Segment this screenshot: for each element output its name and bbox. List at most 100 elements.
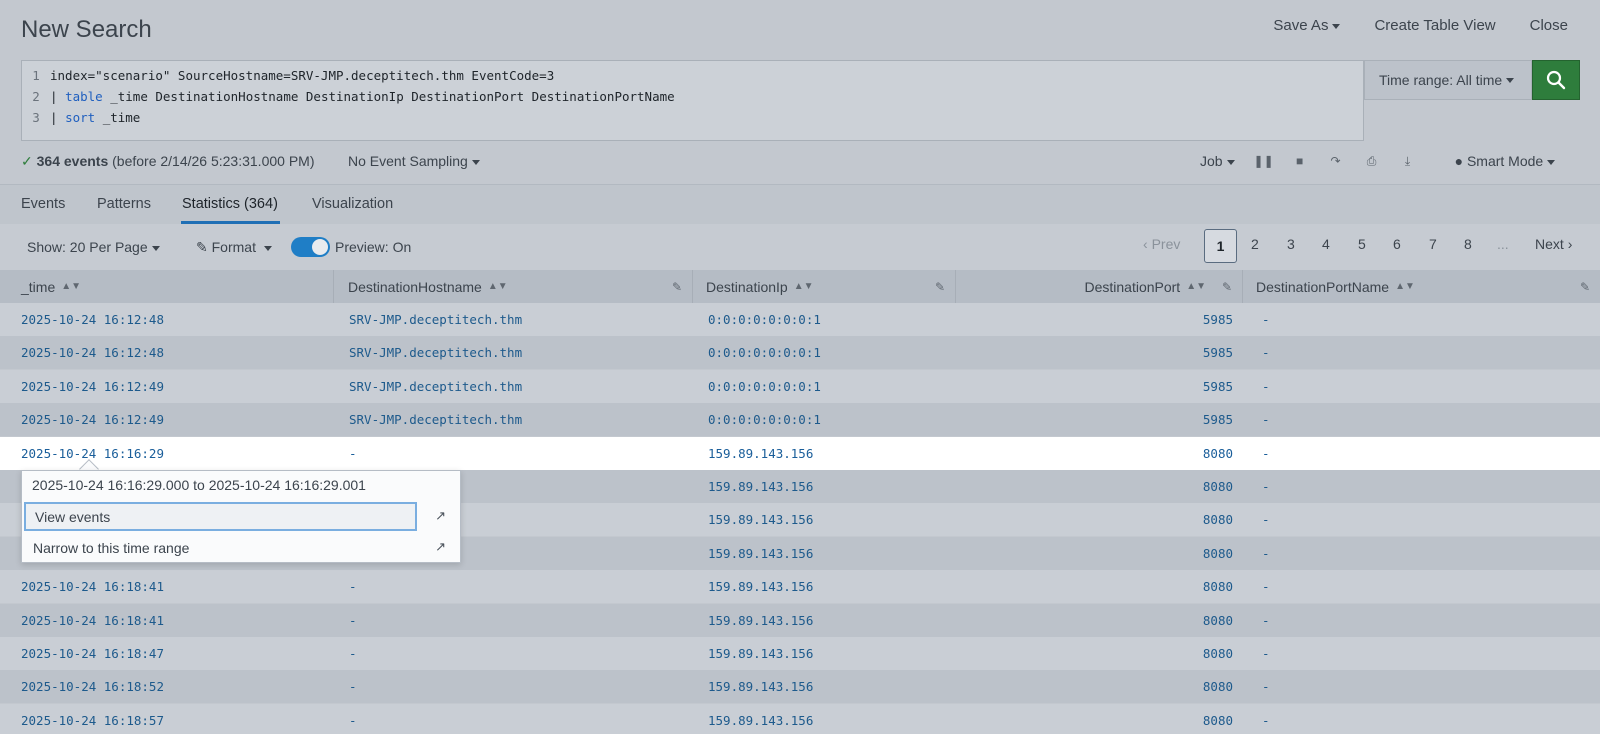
tab-patterns[interactable]: Patterns: [97, 196, 151, 212]
page-4-link[interactable]: 4: [1322, 236, 1330, 252]
cell-destination-port[interactable]: 5985: [1203, 312, 1233, 327]
cell-destination-ip[interactable]: 159.89.143.156: [708, 646, 813, 661]
cell-destination-port[interactable]: 8080: [1203, 479, 1233, 494]
job-menu[interactable]: Job: [1200, 153, 1235, 169]
narrow-time-range-option[interactable]: Narrow to this time range: [24, 533, 417, 562]
table-row[interactable]: 2025-10-24 16:12:48 SRV-JMP.deceptitech.t…: [0, 303, 1600, 336]
table-row[interactable]: 2025-10-24 16:12:49 SRV-JMP.deceptitech.t…: [0, 369, 1600, 403]
cell-destination-ip[interactable]: 0:0:0:0:0:0:0:1: [708, 412, 821, 427]
page-3-link[interactable]: 3: [1287, 236, 1295, 252]
cell-destination-port[interactable]: 8080: [1203, 646, 1233, 661]
search-button[interactable]: [1532, 60, 1580, 100]
cell-time[interactable]: 2025-10-24 16:12:48: [21, 312, 164, 327]
page-1-link[interactable]: 1: [1204, 229, 1237, 263]
time-range-picker[interactable]: Time range: All time: [1364, 60, 1532, 100]
cell-destination-ip[interactable]: 159.89.143.156: [708, 512, 813, 527]
tab-visualization[interactable]: Visualization: [312, 196, 393, 212]
column-header-destination-hostname[interactable]: DestinationHostname ▲▼ ✎: [334, 270, 693, 303]
search-editor[interactable]: 1 index="scenario" SourceHostname=SRV-JM…: [21, 60, 1364, 141]
cell-destination-port[interactable]: 5985: [1203, 379, 1233, 394]
cell-destination-ip[interactable]: 0:0:0:0:0:0:0:1: [708, 379, 821, 394]
cell-destination-hostname[interactable]: SRV-JMP.deceptitech.thm: [349, 345, 522, 360]
per-page-dropdown[interactable]: Show: 20 Per Page: [27, 239, 160, 255]
cell-destination-hostname[interactable]: -: [349, 613, 357, 628]
stop-icon[interactable]: ■: [1293, 154, 1307, 168]
sort-icon[interactable]: ▲▼: [1186, 281, 1206, 292]
cell-destination-port[interactable]: 8080: [1203, 512, 1233, 527]
cell-destination-ip[interactable]: 159.89.143.156: [708, 546, 813, 561]
cell-destination-port[interactable]: 8080: [1203, 613, 1233, 628]
page-2-link[interactable]: 2: [1251, 236, 1259, 252]
page-7-link[interactable]: 7: [1429, 236, 1437, 252]
edit-column-icon[interactable]: ✎: [935, 280, 945, 294]
table-row[interactable]: 2025-10-24 16:18:41 - 159.89.143.156 8080 -: [0, 570, 1600, 604]
column-header-destination-port-name[interactable]: DestinationPortName ▲▼ ✎: [1243, 270, 1600, 303]
table-row[interactable]: 2025-10-24 16:18:47 - 159.89.143.156 8080 -: [0, 637, 1600, 670]
table-row[interactable]: 2025-10-24 16:18:41 - 159.89.143.156 8080 -: [0, 603, 1600, 637]
close-link[interactable]: Close: [1530, 17, 1568, 34]
save-as-menu[interactable]: Save As: [1273, 17, 1341, 34]
table-row[interactable]: 2025-10-24 16:12:48 SRV-JMP.deceptitech.t…: [0, 336, 1600, 370]
tab-statistics[interactable]: Statistics (364): [182, 196, 278, 212]
cell-destination-ip[interactable]: 0:0:0:0:0:0:0:1: [708, 345, 821, 360]
view-events-option[interactable]: View events: [24, 502, 417, 531]
share-icon[interactable]: ↷: [1329, 154, 1343, 168]
cell-time[interactable]: 2025-10-24 16:18:41: [21, 613, 164, 628]
cell-destination-port[interactable]: 5985: [1203, 412, 1233, 427]
table-row[interactable]: 2025-10-24 16:18:52 - 159.89.143.156 8080 -: [0, 670, 1600, 704]
cell-time[interactable]: 2025-10-24 16:18:47: [21, 646, 164, 661]
column-header-time[interactable]: _time ▲▼: [0, 270, 334, 303]
search-mode-dropdown[interactable]: ● Smart Mode: [1455, 153, 1556, 169]
external-link-icon[interactable]: ↗: [435, 539, 446, 555]
cell-time[interactable]: 2025-10-24 16:18:52: [21, 679, 164, 694]
external-link-icon[interactable]: ↗: [435, 508, 446, 524]
cell-time[interactable]: 2025-10-24 16:12:49: [21, 379, 164, 394]
cell-time[interactable]: 2025-10-24 16:12:48: [21, 345, 164, 360]
cell-destination-ip[interactable]: 159.89.143.156: [708, 446, 813, 461]
preview-toggle[interactable]: [291, 237, 330, 257]
sort-icon[interactable]: ▲▼: [488, 281, 508, 292]
cell-destination-port[interactable]: 5985: [1203, 345, 1233, 360]
tab-events[interactable]: Events: [21, 196, 65, 212]
cell-destination-hostname[interactable]: SRV-JMP.deceptitech.thm: [349, 379, 522, 394]
create-table-view-link[interactable]: Create Table View: [1374, 17, 1495, 34]
download-icon[interactable]: ⤓: [1401, 154, 1415, 168]
sort-icon[interactable]: ▲▼: [61, 281, 81, 292]
cell-destination-hostname[interactable]: -: [349, 646, 357, 661]
cell-destination-port[interactable]: 8080: [1203, 713, 1233, 728]
sort-icon[interactable]: ▲▼: [1395, 281, 1415, 292]
sort-icon[interactable]: ▲▼: [794, 281, 814, 292]
cell-destination-ip[interactable]: 159.89.143.156: [708, 679, 813, 694]
cell-destination-hostname[interactable]: SRV-JMP.deceptitech.thm: [349, 412, 522, 427]
cell-destination-hostname[interactable]: -: [349, 679, 357, 694]
edit-column-icon[interactable]: ✎: [672, 280, 682, 294]
column-header-destination-port[interactable]: DestinationPort ▲▼ ✎: [956, 270, 1243, 303]
table-row[interactable]: 2025-10-24 16:18:57 - 159.89.143.156 8080 -: [0, 703, 1600, 734]
cell-destination-port[interactable]: 8080: [1203, 546, 1233, 561]
cell-destination-ip[interactable]: 0:0:0:0:0:0:0:1: [708, 312, 821, 327]
column-header-destination-ip[interactable]: DestinationIp ▲▼ ✎: [693, 270, 956, 303]
cell-destination-hostname[interactable]: -: [349, 713, 357, 728]
table-row[interactable]: 2025-10-24 16:16:29 - 159.89.143.156 8080 -: [0, 436, 1600, 470]
next-page-button[interactable]: Next ›: [1535, 236, 1572, 252]
cell-destination-port[interactable]: 8080: [1203, 579, 1233, 594]
cell-destination-hostname[interactable]: SRV-JMP.deceptitech.thm: [349, 312, 522, 327]
table-row[interactable]: 2025-10-24 16:12:49 SRV-JMP.deceptitech.t…: [0, 403, 1600, 437]
cell-destination-hostname[interactable]: -: [349, 579, 357, 594]
pause-icon[interactable]: ❚❚: [1254, 154, 1274, 168]
page-5-link[interactable]: 5: [1358, 236, 1366, 252]
event-sampling-dropdown[interactable]: No Event Sampling: [348, 153, 480, 169]
cell-destination-port[interactable]: 8080: [1203, 446, 1233, 461]
page-6-link[interactable]: 6: [1393, 236, 1401, 252]
prev-page-button[interactable]: ‹ Prev: [1143, 236, 1180, 252]
print-icon[interactable]: ⎙: [1365, 154, 1379, 168]
edit-column-icon[interactable]: ✎: [1222, 280, 1232, 294]
cell-destination-ip[interactable]: 159.89.143.156: [708, 479, 813, 494]
cell-time[interactable]: 2025-10-24 16:18:41: [21, 579, 164, 594]
cell-time[interactable]: 2025-10-24 16:12:49: [21, 412, 164, 427]
cell-destination-hostname[interactable]: -: [349, 446, 357, 461]
cell-time[interactable]: 2025-10-24 16:18:57: [21, 713, 164, 728]
format-dropdown[interactable]: ✎ Format: [196, 239, 272, 256]
cell-destination-ip[interactable]: 159.89.143.156: [708, 713, 813, 728]
cell-destination-port[interactable]: 8080: [1203, 679, 1233, 694]
